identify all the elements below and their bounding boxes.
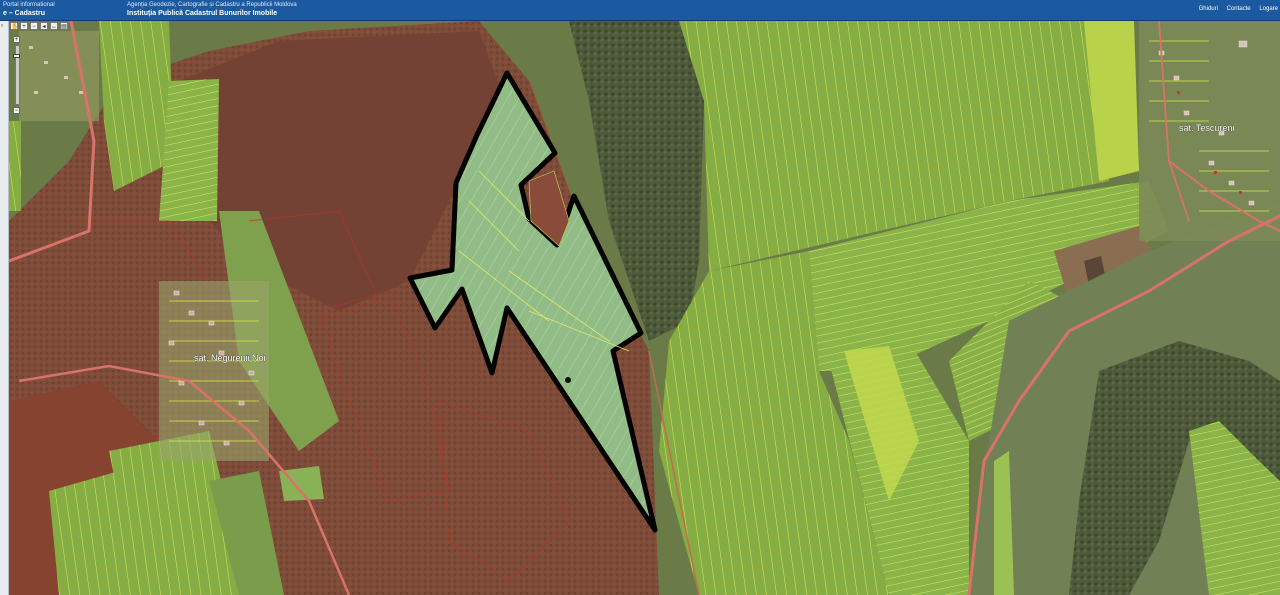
place-label-negurenii-noi: sat. Negurenii Noi bbox=[194, 353, 266, 363]
institution-name: Instituția Publică Cadastrul Bunurilor I… bbox=[127, 10, 278, 17]
app-root: Portal informational e – Cadastru Agenți… bbox=[0, 0, 1280, 595]
zoom-slider[interactable] bbox=[13, 45, 20, 105]
zoom-slider-thumb[interactable] bbox=[13, 54, 20, 58]
link-guides[interactable]: Ghiduri bbox=[1199, 6, 1218, 12]
expand-arrow-icon[interactable]: › bbox=[1, 23, 3, 29]
place-label-tescureni: sat. Tescureni bbox=[1179, 123, 1234, 133]
cadastral-map[interactable]: sat. Negurenii Noi sat. Tescureni bbox=[9, 21, 1280, 595]
link-login[interactable]: Logare bbox=[1259, 6, 1278, 12]
pan-icon[interactable]: ✋ bbox=[10, 22, 18, 30]
field-parcel-nw2[interactable] bbox=[159, 79, 219, 221]
field-parcel-far-w[interactable] bbox=[9, 121, 21, 211]
map-toolbar: ✋ + − ◂ ↔ ▤ bbox=[10, 22, 68, 31]
portal-subtitle: Portal informational bbox=[3, 2, 55, 8]
measure-icon[interactable]: ↔ bbox=[50, 22, 58, 30]
header-bar: Portal informational e – Cadastru Agenți… bbox=[0, 0, 1280, 21]
zoom-out-icon[interactable]: − bbox=[13, 107, 20, 114]
zoom-out-box-icon[interactable]: − bbox=[30, 22, 38, 30]
side-panel-toggle[interactable]: › bbox=[0, 21, 9, 595]
zoom-in-icon[interactable]: + bbox=[13, 36, 20, 43]
institution-block: Agenția Geodezie, Cartografie și Cadastr… bbox=[127, 1, 297, 18]
link-contacts[interactable]: Contacte bbox=[1227, 6, 1251, 12]
zoom-control: + − bbox=[13, 36, 21, 114]
back-icon[interactable]: ◂ bbox=[40, 22, 48, 30]
portal-title: e – Cadastru bbox=[3, 10, 46, 17]
selected-parcel-marker bbox=[565, 377, 571, 383]
field-parcel-sq[interactable] bbox=[279, 466, 324, 501]
print-icon[interactable]: ▤ bbox=[60, 22, 68, 30]
header-links: Ghiduri Contacte Logare bbox=[1192, 6, 1278, 12]
zoom-in-box-icon[interactable]: + bbox=[20, 22, 28, 30]
portal-brand[interactable]: Portal informational e – Cadastru bbox=[3, 1, 55, 18]
agency-name: Agenția Geodezie, Cartografie și Cadastr… bbox=[127, 2, 297, 8]
